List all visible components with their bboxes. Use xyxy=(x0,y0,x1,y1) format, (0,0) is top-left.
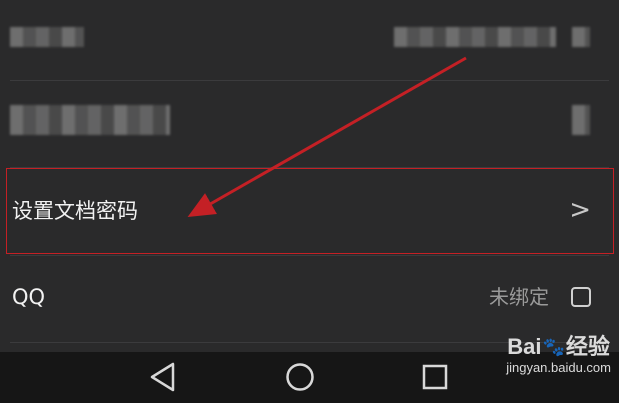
screen: 设置文档密码 > QQ 未绑定 Bai 🐾 经验 jingyan.baidu.c… xyxy=(0,0,619,403)
blurred-indicator xyxy=(572,105,590,135)
set-document-password-row[interactable]: 设置文档密码 > xyxy=(0,168,619,254)
settings-row-2[interactable] xyxy=(0,81,619,167)
chevron-right-icon: > xyxy=(569,195,591,225)
blurred-indicator xyxy=(572,27,590,47)
recent-square-icon[interactable] xyxy=(418,360,452,394)
watermark-brand-right: 经验 xyxy=(565,334,610,359)
paw-icon: 🐾 xyxy=(542,337,565,357)
blurred-label xyxy=(10,27,84,47)
watermark-url: jingyan.baidu.com xyxy=(506,360,611,375)
back-triangle-icon[interactable] xyxy=(146,360,180,394)
baidu-jingyan-watermark: Bai 🐾 经验 jingyan.baidu.com xyxy=(506,334,611,376)
blurred-label xyxy=(10,105,170,135)
qq-label: QQ xyxy=(12,285,46,309)
settings-row-1[interactable] xyxy=(0,0,619,80)
qq-binding-row[interactable]: QQ 未绑定 xyxy=(0,256,619,342)
set-document-password-label: 设置文档密码 xyxy=(12,199,138,223)
qq-status-value: 未绑定 xyxy=(489,285,549,309)
blurred-value xyxy=(394,27,556,47)
watermark-brand-left: Bai xyxy=(507,334,542,359)
home-circle-icon[interactable] xyxy=(283,360,317,394)
qq-bind-checkbox[interactable] xyxy=(571,287,591,307)
